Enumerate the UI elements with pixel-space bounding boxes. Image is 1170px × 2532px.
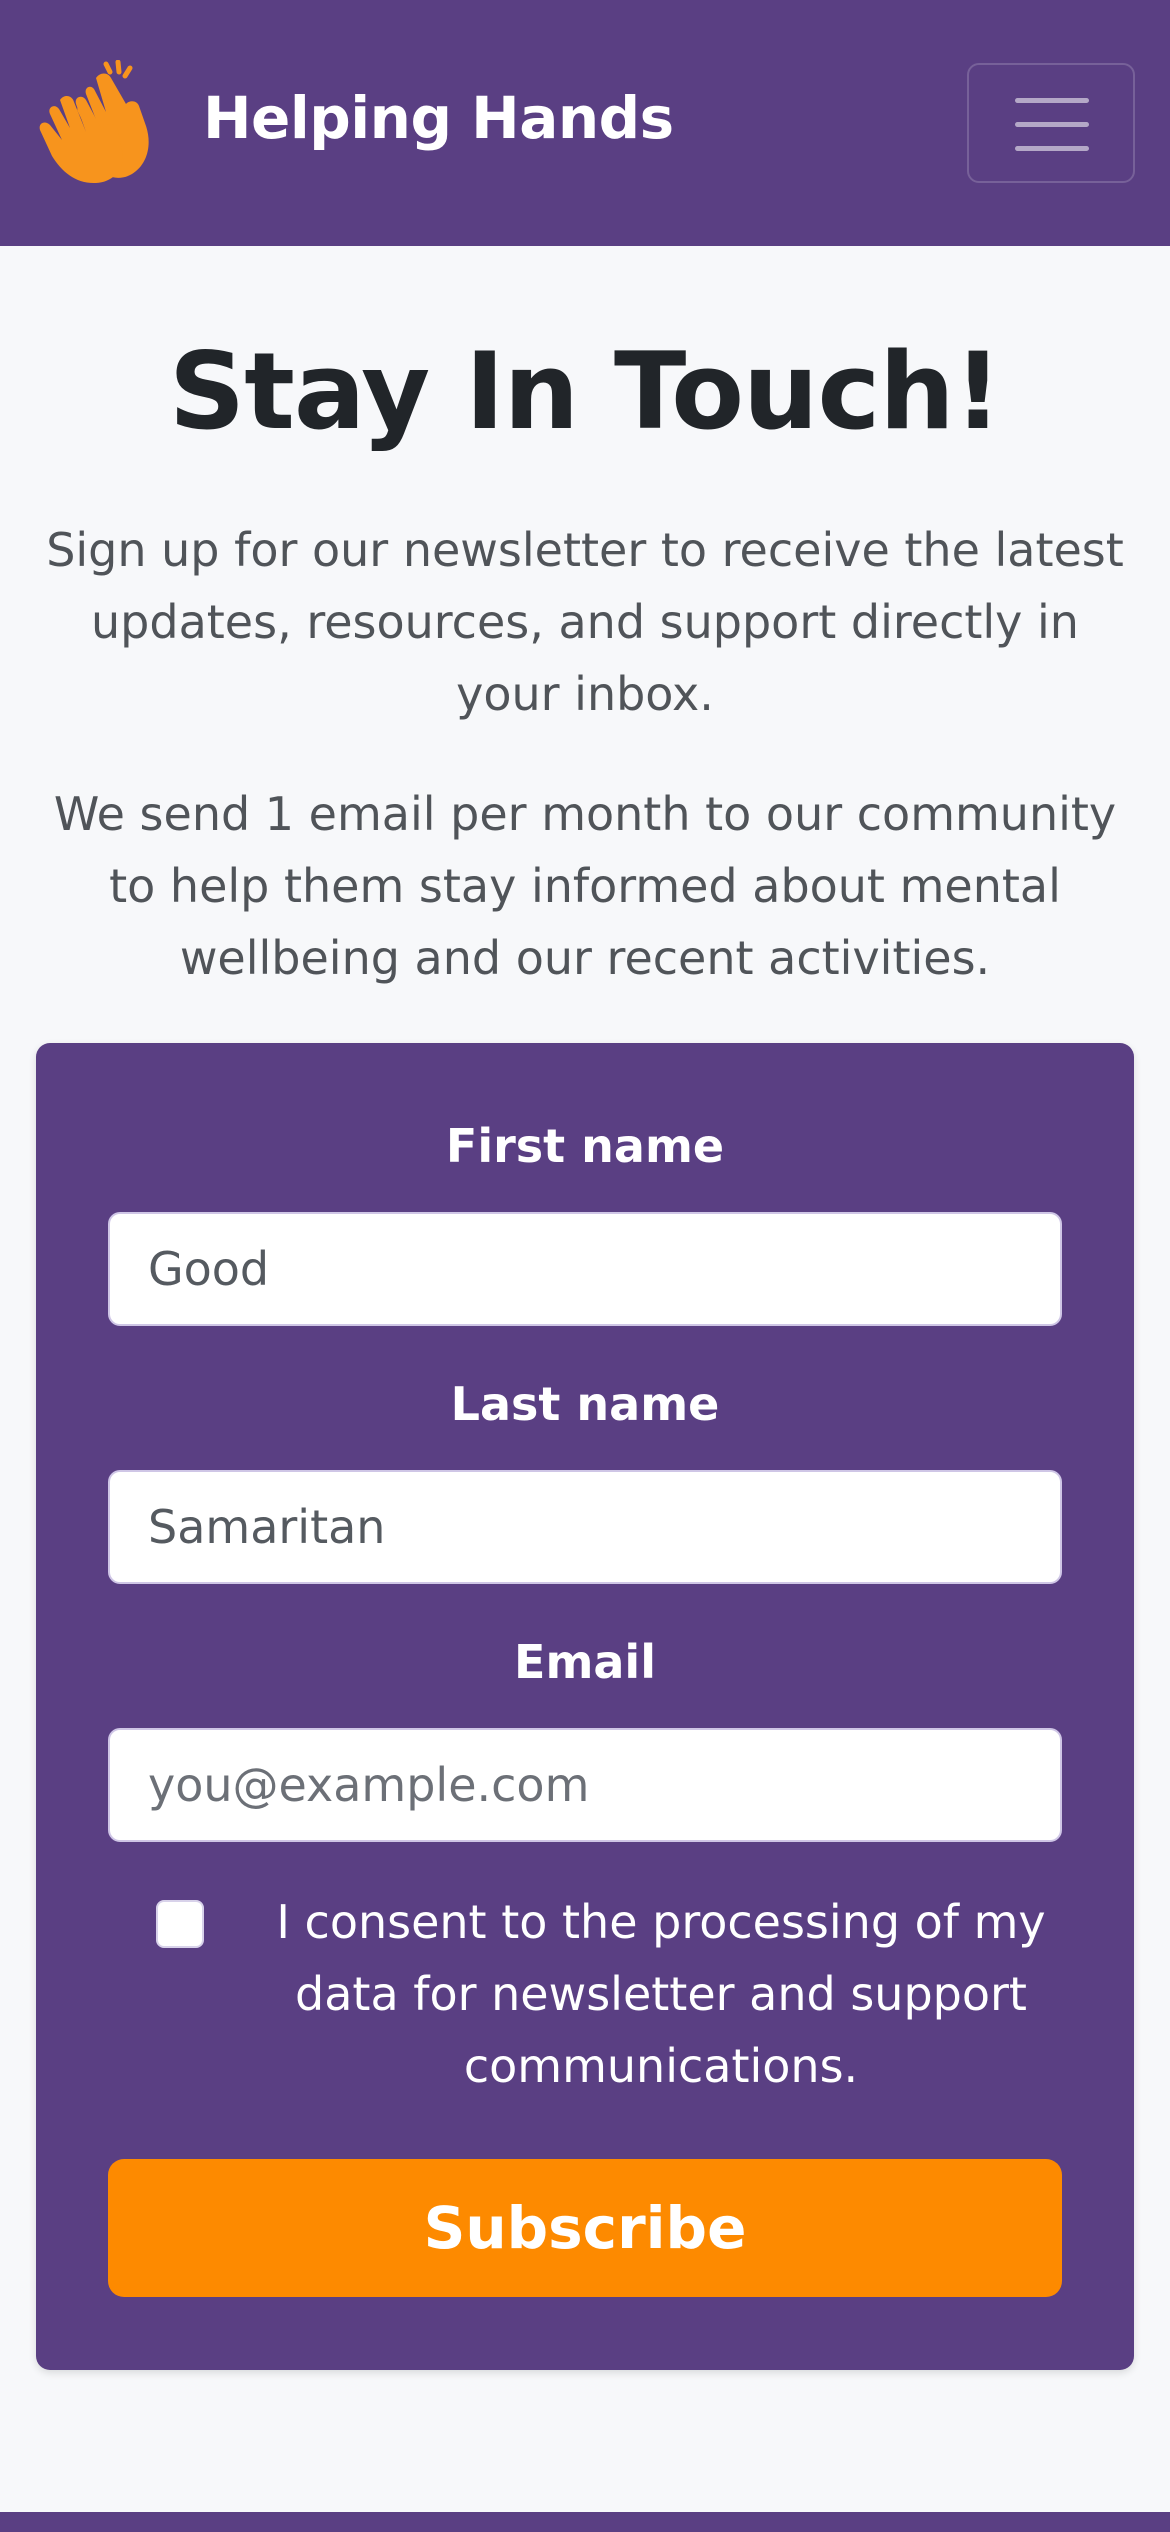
- page-title: Stay In Touch!: [168, 330, 1002, 453]
- first-name-input[interactable]: [108, 1212, 1062, 1326]
- consent-checkbox[interactable]: [156, 1900, 204, 1948]
- hamburger-menu-icon: [1015, 98, 1089, 103]
- email-input[interactable]: [108, 1728, 1062, 1842]
- footer: [0, 2512, 1170, 2532]
- newsletter-signup-form: First name Last name Email I consent to …: [36, 1043, 1134, 2370]
- first-name-label: First name: [445, 1119, 725, 1173]
- frequency-text: We send 1 email per month to our communi…: [53, 787, 1117, 985]
- email-label: Email: [514, 1635, 656, 1689]
- last-name-label: Last name: [450, 1377, 720, 1431]
- last-name-input[interactable]: [108, 1470, 1062, 1584]
- hamburger-menu-icon-bar: [1015, 146, 1089, 151]
- consent-label[interactable]: I consent to the processing of my data f…: [221, 1886, 1101, 2102]
- hamburger-menu-icon-bar: [1015, 122, 1089, 127]
- clapping-hands-icon[interactable]: [34, 60, 160, 184]
- navbar: Helping Hands: [0, 0, 1170, 246]
- brand-name[interactable]: Helping Hands: [203, 84, 674, 152]
- subscribe-button[interactable]: Subscribe: [108, 2159, 1062, 2297]
- intro-text: Sign up for our newsletter to receive th…: [46, 523, 1124, 721]
- menu-toggle-button[interactable]: [967, 63, 1135, 183]
